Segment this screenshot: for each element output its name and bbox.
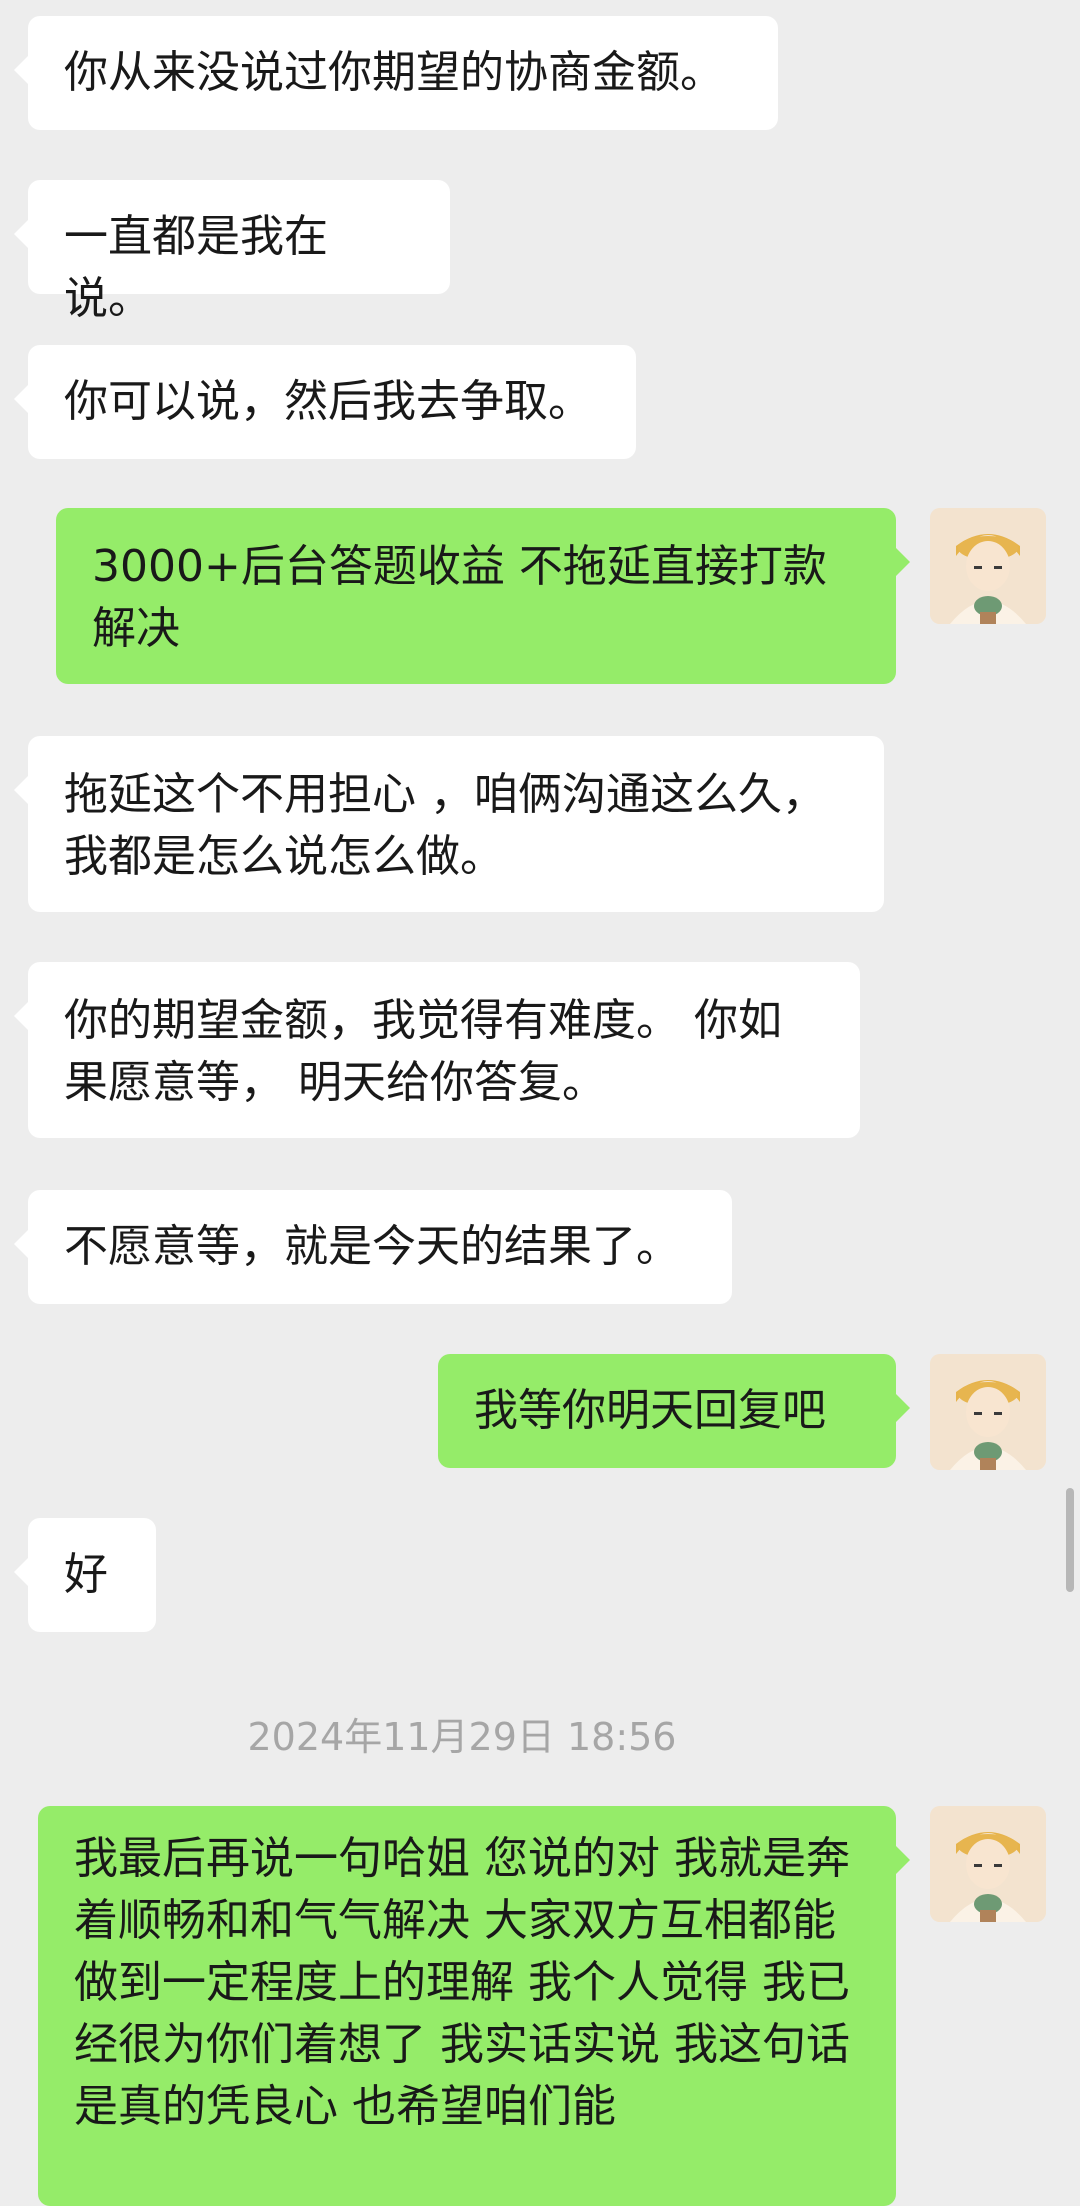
- incoming-message-bubble[interactable]: 好: [14, 1518, 156, 1632]
- outgoing-message-bubble[interactable]: 3000+后台答题收益 不拖延直接打款解决: [56, 508, 910, 684]
- chat-conversation: 你从来没说过你期望的协商金额。 一直都是我在说。 你可以说，然后我去争取。 30…: [0, 0, 1080, 2206]
- incoming-message-bubble[interactable]: 不愿意等，就是今天的结果了。: [14, 1190, 732, 1304]
- incoming-message-bubble[interactable]: 你可以说，然后我去争取。: [14, 345, 636, 459]
- incoming-message-bubble[interactable]: 你的期望金额，我觉得有难度。 你如果愿意等， 明天给你答复。: [14, 962, 860, 1138]
- user-avatar-icon[interactable]: [930, 508, 1046, 624]
- incoming-message-bubble[interactable]: 拖延这个不用担心 ，咱俩沟通这么久，我都是怎么说怎么做。: [14, 736, 884, 912]
- user-avatar-icon[interactable]: [930, 1354, 1046, 1470]
- scrollbar[interactable]: [1066, 1488, 1074, 1592]
- message-timestamp: 2024年11月29日 18:56: [247, 1715, 677, 1759]
- incoming-message-bubble[interactable]: 你从来没说过你期望的协商金额。: [14, 16, 778, 130]
- outgoing-message-bubble[interactable]: 我最后再说一句哈姐 您说的对 我就是奔着顺畅和和气气解决 大家双方互相都能做到一…: [38, 1806, 910, 2206]
- incoming-message-bubble[interactable]: 一直都是我在说。: [14, 180, 450, 324]
- user-avatar-icon[interactable]: [930, 1806, 1046, 1922]
- outgoing-message-bubble[interactable]: 我等你明天回复吧: [438, 1354, 910, 1468]
